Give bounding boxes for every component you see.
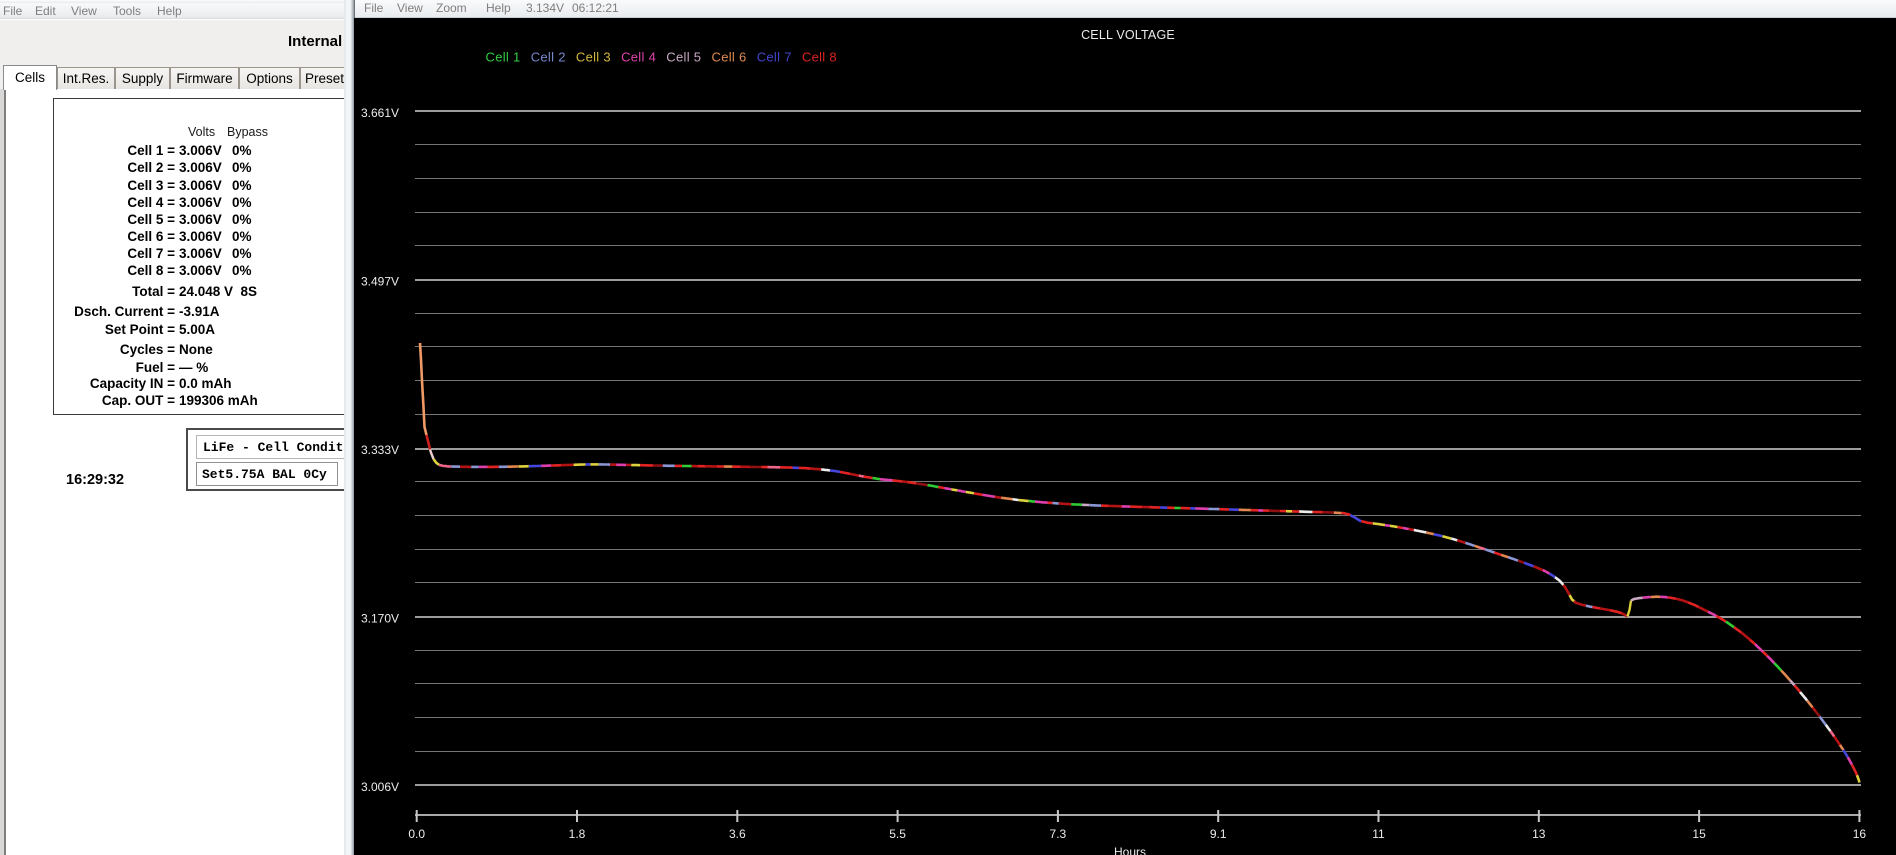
svg-text:Cell 4: Cell 4 [621,50,656,65]
svg-text:1.8: 1.8 [569,827,586,841]
svg-text:3.661V: 3.661V [361,106,399,120]
svg-text:0.0: 0.0 [408,827,425,841]
svg-text:15: 15 [1692,827,1706,841]
svg-text:3.6: 3.6 [729,827,746,841]
svg-text:Cell 2: Cell 2 [531,50,566,65]
svg-text:7.3: 7.3 [1050,827,1067,841]
svg-text:11: 11 [1372,827,1385,841]
svg-text:16: 16 [1853,827,1867,841]
svg-text:Hours: Hours [1114,845,1146,855]
svg-text:Cell 3: Cell 3 [576,50,611,65]
svg-text:Cell 7: Cell 7 [757,50,792,65]
svg-text:3.497V: 3.497V [361,275,399,289]
svg-text:Cell 1: Cell 1 [486,50,521,65]
svg-text:3.333V: 3.333V [361,443,399,457]
svg-text:Cell 5: Cell 5 [666,50,701,65]
svg-text:5.5: 5.5 [889,827,906,841]
svg-text:13: 13 [1532,827,1546,841]
svg-text:Cell 6: Cell 6 [712,50,747,65]
svg-text:CELL VOLTAGE: CELL VOLTAGE [1081,28,1175,42]
svg-text:Cell 8: Cell 8 [802,50,837,65]
svg-text:9.1: 9.1 [1210,827,1227,841]
svg-text:3.170V: 3.170V [361,612,399,626]
svg-text:3.006V: 3.006V [361,780,399,794]
